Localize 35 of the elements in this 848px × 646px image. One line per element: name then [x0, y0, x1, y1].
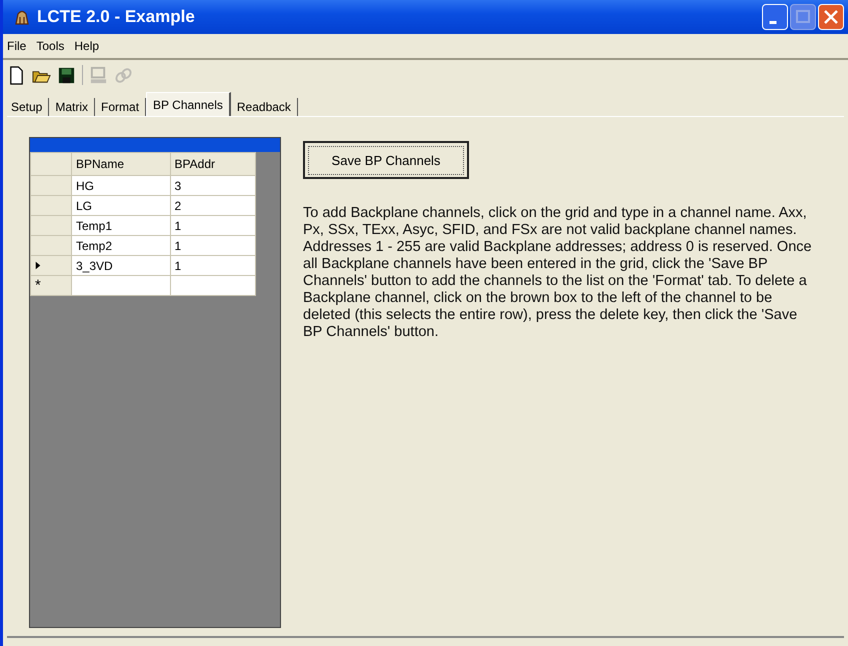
table-cell[interactable]: 3	[170, 176, 256, 196]
row-selector[interactable]	[30, 256, 72, 276]
close-button[interactable]	[818, 4, 844, 30]
tab[interactable]: BP Channels	[146, 92, 231, 116]
menu-item[interactable]: File	[7, 39, 26, 53]
table-cell[interactable]: 3_3VD	[72, 256, 170, 276]
menu-item[interactable]: Help	[74, 39, 100, 53]
table-cell[interactable]: Temp1	[72, 216, 170, 236]
tab[interactable]: Setup	[5, 98, 50, 116]
table-cell[interactable]: 1	[170, 236, 256, 256]
table-cell[interactable]: 1	[170, 256, 256, 276]
tab[interactable]: Matrix	[49, 98, 96, 116]
new-document-icon[interactable]	[7, 66, 26, 84]
table-cell[interactable]: LG	[72, 196, 170, 216]
table-cell[interactable]: 1	[170, 216, 256, 236]
window-title: LCTE 2.0 - Example	[37, 7, 196, 27]
table-cell[interactable]: HG	[72, 176, 170, 196]
row-header	[30, 152, 72, 176]
menu-item[interactable]: Tools	[36, 39, 64, 53]
app-icon	[13, 8, 31, 26]
column-header[interactable]: BPAddr	[170, 152, 256, 176]
table-cell[interactable]	[170, 276, 256, 296]
save-icon[interactable]	[57, 66, 76, 84]
new-row-marker: *	[35, 277, 41, 294]
save-button[interactable]: Save BP Channels	[303, 141, 469, 179]
table-cell[interactable]: 2	[170, 196, 256, 216]
column-header[interactable]: BPName	[72, 152, 170, 176]
current-row-icon	[35, 261, 41, 270]
row-selector[interactable]: *	[30, 276, 72, 296]
table-cell[interactable]	[72, 276, 170, 296]
minimize-button[interactable]	[762, 4, 788, 30]
minimize-icon	[769, 21, 777, 24]
table-cell[interactable]: Temp2	[72, 236, 170, 256]
instructions-text: To add Backplane channels, click on the grid and type in a channel name. Axx, Px, SSx, TExx, Asyc, SFID, and FSx are not valid backplane channel names. Addresses 1 - 255 are valid Backplane addresses; address 0 is reserved. Once all Backplane channels have been entered in the grid, click the 'Save BP Channels' button to add the channels to the list on the 'Format' tab. To delete a Backplane channel, click on the brown box to the left of the channel to be deleted (this selects the entire row), press the delete key, then click the 'Save BP Channels' button.	[303, 205, 813, 341]
tab[interactable]: Readback	[230, 98, 298, 116]
